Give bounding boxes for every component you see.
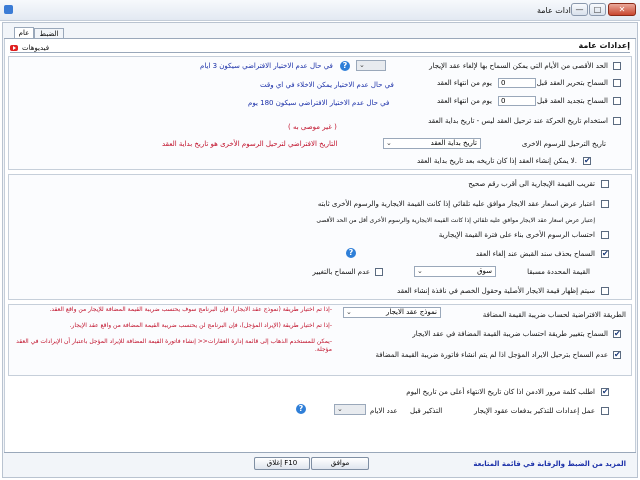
rent-approved-checkbox[interactable] — [601, 200, 609, 208]
no-posting-checkbox[interactable] — [613, 350, 621, 359]
max-days-note: في حال عدم الاختيار الافتراضي سيكون 3 اي… — [200, 62, 333, 70]
show-original-label: سيتم إظهار قيمة الايجار الأصلية وحقول ال… — [397, 287, 595, 295]
help-icon[interactable]: ? — [296, 404, 306, 414]
help-icon[interactable]: ? — [340, 61, 350, 71]
delete-receipt-label: السماح بحذف سند القبض عند إلغاء العقد — [475, 250, 595, 258]
vat-method-label: الطريقة الافتراضية لحساب ضريبة القيمة ال… — [482, 311, 626, 319]
renew-days-input[interactable]: 0 — [498, 96, 536, 106]
remind-before-label: التذكير قبل — [410, 407, 443, 415]
vat-note-2: -إذا تم اختيار طريقة (الإيراد المؤجل)، ف… — [69, 322, 332, 329]
vat-note-1: -إذا تم اختيار طريقة (نموذج عقد الايجار)… — [49, 306, 332, 313]
help-icon[interactable]: ? — [346, 248, 356, 258]
reminder-label: عمل إعدادات للتذكير بدفعات عقود الإيجار — [473, 407, 595, 415]
preset-value-select[interactable]: ⌄ سوق — [414, 266, 496, 277]
release-checkbox[interactable] — [613, 79, 621, 87]
no-change-label: عدم السماح بالتغيير — [312, 268, 370, 276]
admin-password-label: اطلب كلمة مرور الادمن اذا كان تاريخ الان… — [406, 388, 595, 396]
close-f10-button[interactable]: إغلاق F10 — [254, 457, 310, 470]
days-count-label: عدد الايام — [370, 407, 398, 415]
section-title: إعدادات عامة — [578, 41, 630, 50]
no-create-checkbox[interactable] — [583, 156, 591, 165]
renew-checkbox[interactable] — [613, 97, 621, 105]
preset-value-label: القيمة المحددة مسبقا — [527, 268, 590, 276]
other-fees-checkbox[interactable] — [601, 231, 609, 239]
release-unit: يوم من انتهاء العقد — [437, 79, 492, 87]
preset-value-text: سوق — [477, 267, 492, 275]
max-days-label: الحد الأقصى من الأيام التي يمكن السماح ب… — [429, 62, 608, 70]
maximize-button[interactable]: □ — [589, 3, 606, 16]
movement-date-label: استخدام تاريخ الحركة عند ترحيل العقد ليس… — [428, 117, 608, 125]
ok-button[interactable]: موافق — [311, 457, 369, 470]
show-original-checkbox[interactable] — [601, 287, 609, 295]
vat-note-3: -يمكن للمستخدم الذهاب إلى قائمة إدارة ال… — [16, 338, 332, 353]
movement-date-checkbox[interactable] — [613, 117, 621, 125]
release-note: في حال عدم الاختيار يمكن الاخلاء في اي و… — [260, 81, 394, 89]
close-button[interactable]: ✕ — [608, 3, 636, 16]
no-create-label: لا يمكن إنشاء العقد إذا كان تاريخه بعد ت… — [416, 157, 577, 165]
youtube-icon[interactable] — [10, 45, 18, 51]
vat-method-value: نموذج عقد الايجار — [385, 308, 437, 316]
delete-receipt-checkbox[interactable] — [601, 249, 609, 258]
days-count-select[interactable]: ⌄ — [334, 404, 366, 415]
release-label: السماح بتحرير العقد قبل — [536, 79, 608, 87]
vat-method-select[interactable]: ⌄ نموذج عقد الايجار — [343, 307, 441, 318]
no-change-checkbox[interactable] — [375, 268, 383, 276]
no-posting-label: عدم السماح بترحيل الايراد المؤجل اذا لم … — [375, 351, 609, 359]
max-days-checkbox[interactable] — [613, 62, 621, 70]
change-method-checkbox[interactable] — [613, 329, 621, 338]
videos-link[interactable]: فيديوهات — [22, 44, 49, 52]
change-method-label: السماح بتغيير طريقة احتساب ضريبة القيمة … — [412, 330, 608, 338]
title-bar: إعدادات عامة — □ ✕ — [0, 0, 640, 21]
rent-approved-label: اعتبار عرض اسعار عقد الايجار موافق عليه … — [317, 200, 595, 208]
not-recommended-note: ( غير موصى به ) — [288, 123, 337, 131]
max-days-select[interactable]: ⌄ — [356, 60, 386, 71]
app-icon — [4, 5, 13, 14]
more-settings-link[interactable]: المزيد من الضبط والرقابة في قائمة المتاب… — [473, 460, 626, 468]
renew-label: السماح بتجديد العقد قبل — [536, 97, 608, 105]
renew-unit: يوم من انتهاء العقد — [437, 97, 492, 105]
minimize-button[interactable]: — — [571, 3, 588, 16]
posting-date-select[interactable]: ⌄ تاريخ بداية العقد — [383, 138, 481, 149]
rent-approved-note: إعتبار عرض اسعار عقد الايجار موافق عليه … — [316, 217, 595, 224]
admin-password-checkbox[interactable] — [601, 387, 609, 396]
footer-divider — [4, 452, 636, 453]
posting-date-value: تاريخ بداية العقد — [430, 139, 477, 147]
renew-note: في حال عدم الاختيار الافتراضي سيكون 180 … — [248, 99, 390, 107]
release-days-input[interactable]: 0 — [498, 78, 536, 88]
round-value-label: تقريب القيمة الإيجارية الى أقرب رقم صحيح — [468, 180, 595, 188]
reminder-checkbox[interactable] — [601, 407, 609, 415]
posting-date-note: التاريخ الافتراضي لترحيل الرسوم الأخرى ه… — [162, 140, 338, 148]
posting-date-label: تاريخ الترحيل للرسوم الاخرى — [521, 140, 606, 148]
other-fees-label: احتساب الرسوم الأخرى بناء على فترة القيم… — [438, 231, 595, 239]
panel-contract-settings — [8, 56, 632, 170]
section-divider — [10, 52, 630, 53]
round-value-checkbox[interactable] — [601, 180, 609, 188]
